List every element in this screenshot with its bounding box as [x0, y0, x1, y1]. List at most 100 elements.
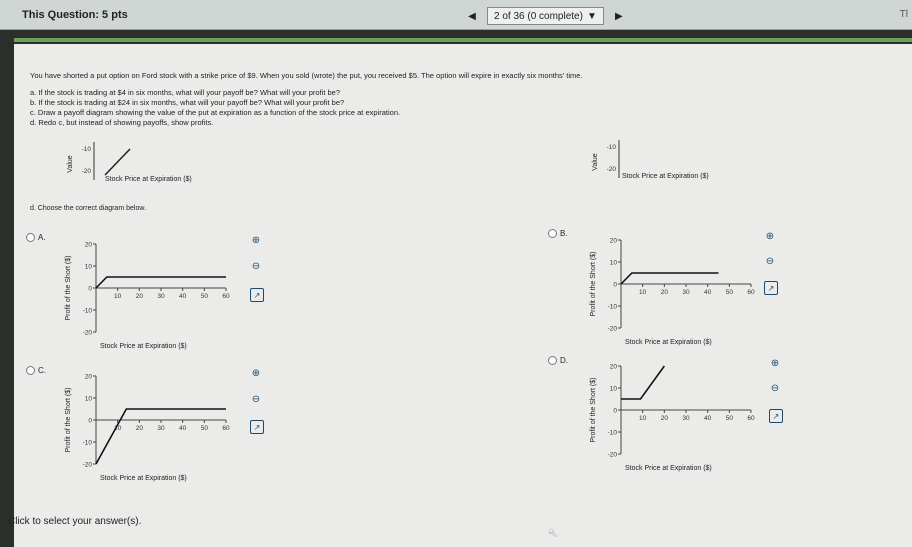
- y-axis-label: Profit of the Short ($): [65, 388, 72, 453]
- radio-circle: [548, 229, 557, 239]
- zoom-in-icon[interactable]: ⊕: [249, 233, 263, 247]
- top-left-xlabel: Stock Price at Expiration ($): [105, 176, 192, 183]
- y-tick-label: 0: [613, 408, 617, 415]
- radio-circle: [548, 356, 557, 366]
- top-right-tick-minus20: -20: [607, 166, 617, 173]
- y-tick-label: -20: [83, 330, 93, 337]
- popout-icon[interactable]: ↗: [250, 288, 264, 302]
- top-right-tick-minus10: -10: [607, 144, 617, 151]
- footer-instruction: Click to select your answer(s).: [8, 516, 142, 527]
- x-tick-label: 20: [136, 425, 144, 432]
- top-left-answer-chart: Value -10 -20 Stock Price at Expiration …: [67, 142, 192, 183]
- top-right-xlabel: Stock Price at Expiration ($): [622, 173, 709, 180]
- x-tick-label: 40: [704, 289, 712, 296]
- question-points-label: This Question: 5 pts: [22, 9, 128, 21]
- y-tick-label: 20: [610, 238, 618, 245]
- x-tick-label: 40: [704, 415, 712, 422]
- profit-line: [620, 272, 719, 285]
- option-c-letter: C.: [38, 366, 46, 375]
- option-d-chart: Profit of the Short ($) 20 10 0 -10 -20 10 20 30…: [590, 364, 755, 473]
- x-tick-label: 10: [114, 293, 122, 300]
- radio-circle: [26, 366, 35, 376]
- zoom-out-icon[interactable]: ⊖: [763, 254, 777, 268]
- option-a-letter: A.: [38, 233, 46, 242]
- x-axis-label: Stock Price at Expiration ($): [625, 339, 712, 346]
- mouse-cursor-icon: ↖: [548, 526, 559, 540]
- top-left-tick-minus10: -10: [82, 146, 92, 153]
- option-d-letter: D.: [560, 356, 568, 365]
- x-tick-label: 20: [661, 289, 669, 296]
- profit-line: [621, 365, 665, 400]
- option-c-radio[interactable]: C.: [26, 366, 46, 376]
- zoom-in-icon[interactable]: ⊕: [768, 356, 782, 370]
- x-tick-label: 50: [726, 415, 734, 422]
- popout-icon[interactable]: ↗: [250, 420, 264, 434]
- popout-icon[interactable]: ↗: [769, 409, 783, 423]
- question-counter-label: 2 of 36 (0 complete): [494, 10, 583, 22]
- x-tick-label: 50: [726, 289, 734, 296]
- next-question-icon[interactable]: ▶: [610, 7, 628, 25]
- option-c-chart: Profit of the Short ($)20100-10-2010 20 30…: [65, 374, 230, 483]
- zoom-out-icon[interactable]: ⊖: [249, 259, 263, 273]
- x-axis-label: Stock Price at Expiration ($): [100, 475, 187, 482]
- y-axis-label: Profit of the Short ($): [590, 252, 597, 317]
- option-a-chart: Profit of the Short ($) 20 10 0 -10 -20 10 20 30…: [65, 242, 230, 351]
- previous-question-icon[interactable]: ◀: [463, 7, 481, 25]
- y-tick-label: 0: [88, 418, 92, 425]
- question-navigation: ◀ 2 of 36 (0 complete) ▼ ▶: [463, 6, 628, 26]
- zoom-out-icon[interactable]: ⊖: [249, 392, 263, 406]
- y-tick-label: -20: [608, 452, 618, 459]
- x-tick-label: 30: [157, 293, 165, 300]
- x-tick-label: 30: [682, 415, 690, 422]
- y-tick-label: 10: [610, 386, 618, 393]
- choose-diagram-prompt: d. Choose the correct diagram below.: [30, 205, 146, 212]
- y-tick-label: 20: [610, 364, 618, 371]
- x-tick-label: 20: [136, 293, 144, 300]
- x-tick-label: 10: [639, 289, 647, 296]
- zoom-in-icon[interactable]: ⊕: [763, 229, 777, 243]
- top-right-answer-chart: Value -10 -20 Stock Price at Expiration …: [592, 140, 709, 180]
- x-tick-label: 50: [201, 425, 209, 432]
- question-counter-dropdown[interactable]: 2 of 36 (0 complete) ▼: [487, 7, 604, 25]
- x-tick-label: 30: [157, 425, 165, 432]
- option-a-radio[interactable]: A.: [26, 233, 46, 243]
- popout-icon[interactable]: ↗: [764, 281, 778, 295]
- zoom-out-icon[interactable]: ⊖: [768, 381, 782, 395]
- zoom-in-icon[interactable]: ⊕: [249, 366, 263, 380]
- y-tick-label: -10: [608, 304, 618, 311]
- y-tick-label: 10: [85, 396, 93, 403]
- accent-divider: [14, 38, 912, 42]
- y-tick-label: 10: [610, 260, 618, 267]
- x-tick-label: 20: [661, 415, 669, 422]
- y-tick-label: 20: [85, 242, 93, 249]
- y-tick-label: -20: [608, 326, 618, 333]
- profit-line: [95, 276, 226, 289]
- x-tick-label: 60: [747, 415, 755, 422]
- option-d-radio[interactable]: D.: [548, 356, 568, 366]
- question-item-a: a. If the stock is trading at $4 in six …: [30, 88, 341, 97]
- top-right-text: Tl: [899, 9, 908, 20]
- y-tick-label: -10: [83, 308, 93, 315]
- top-bar: This Question: 5 pts ◀ 2 of 36 (0 comple…: [0, 0, 912, 30]
- option-b-chart: Profit of the Short ($) 20 10 0 -10 -20 10 20 30…: [590, 238, 755, 347]
- y-tick-label: 10: [85, 264, 93, 271]
- x-axis-label: Stock Price at Expiration ($): [100, 343, 187, 350]
- y-tick-label: 0: [613, 282, 617, 289]
- y-tick-label: -20: [83, 462, 93, 469]
- option-b-radio[interactable]: B.: [548, 229, 568, 239]
- top-left-ylabel: Value: [67, 155, 74, 172]
- x-tick-label: 40: [179, 293, 187, 300]
- x-tick-label: 40: [179, 425, 187, 432]
- x-tick-label: 30: [682, 289, 690, 296]
- y-tick-label: 0: [88, 286, 92, 293]
- y-tick-label: -10: [83, 440, 93, 447]
- x-tick-label: 10: [639, 415, 647, 422]
- x-tick-label: 60: [222, 293, 230, 300]
- x-tick-label: 50: [201, 293, 209, 300]
- profit-line: [95, 408, 226, 465]
- question-item-b: b. If the stock is trading at $24 in six…: [30, 98, 345, 107]
- y-tick-label: -10: [608, 430, 618, 437]
- top-left-tick-minus20: -20: [82, 168, 92, 175]
- question-item-c: c. Draw a payoff diagram showing the val…: [30, 108, 401, 117]
- y-axis-label: Profit of the Short ($): [65, 256, 72, 321]
